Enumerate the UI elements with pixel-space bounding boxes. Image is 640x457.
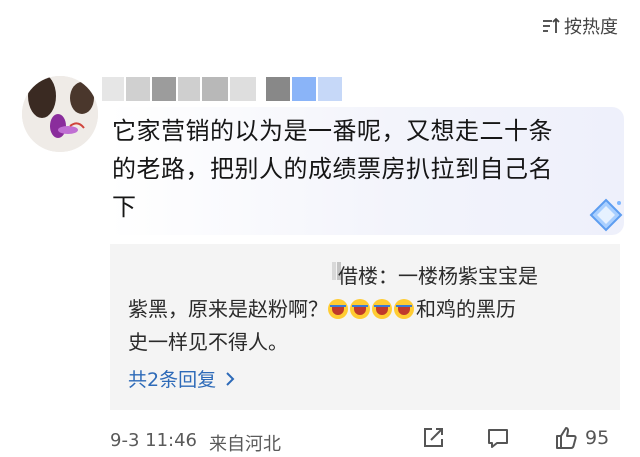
chevron-right-icon bbox=[226, 371, 235, 386]
reply-line-3: 史一样见不得人。 bbox=[128, 330, 288, 354]
reply-line-2: 紫黑，原来是赵粉啊？ bbox=[128, 297, 328, 321]
comment-meta: 9-3 11:46 来自河北 bbox=[110, 430, 281, 456]
like-count: 95 bbox=[585, 427, 610, 449]
reply-text: 借楼：一楼杨紫宝宝是 紫黑，原来是赵粉啊？ 和鸡的黑历史一样见不得人。 bbox=[128, 260, 588, 359]
crying-emoji bbox=[328, 299, 348, 319]
share-button[interactable] bbox=[420, 425, 446, 455]
avatar-illustration bbox=[22, 76, 98, 152]
comment-line-1: 它家营销的以为是一番呢，又想走二十条 bbox=[112, 117, 553, 145]
user-avatar[interactable] bbox=[22, 76, 98, 152]
crying-emoji bbox=[350, 299, 370, 319]
sort-icon bbox=[543, 17, 560, 33]
comment-line-3: 下 bbox=[112, 193, 137, 221]
comment-button[interactable] bbox=[485, 425, 511, 455]
reply-prefix: 借楼：一楼杨紫宝宝是 bbox=[338, 264, 538, 288]
sort-by-popularity-button[interactable]: 按热度 bbox=[542, 13, 618, 39]
like-icon bbox=[556, 427, 577, 449]
comment-icon bbox=[488, 429, 508, 448]
view-replies-label: 共2条回复 bbox=[128, 369, 217, 391]
username-redacted[interactable] bbox=[102, 77, 342, 101]
like-button[interactable]: 95 bbox=[553, 425, 609, 451]
crying-emoji bbox=[372, 299, 392, 319]
sort-label: 按热度 bbox=[564, 17, 618, 38]
reply-line-2-suffix: 和鸡的黑历 bbox=[416, 297, 516, 321]
share-icon bbox=[424, 428, 443, 447]
comment-line-2: 的老路，把别人的成绩票房扒拉到自己名 bbox=[112, 155, 553, 183]
comment-timestamp: 9-3 11:46 bbox=[110, 430, 197, 451]
comment-location: 来自河北 bbox=[209, 434, 281, 455]
crying-emoji bbox=[394, 299, 414, 319]
diamond-badge-icon bbox=[589, 198, 623, 232]
view-all-replies-link[interactable]: 共2条回复 bbox=[128, 365, 236, 392]
comment-text: 它家营销的以为是一番呢，又想走二十条 的老路，把别人的成绩票房扒拉到自己名下 bbox=[112, 112, 612, 226]
